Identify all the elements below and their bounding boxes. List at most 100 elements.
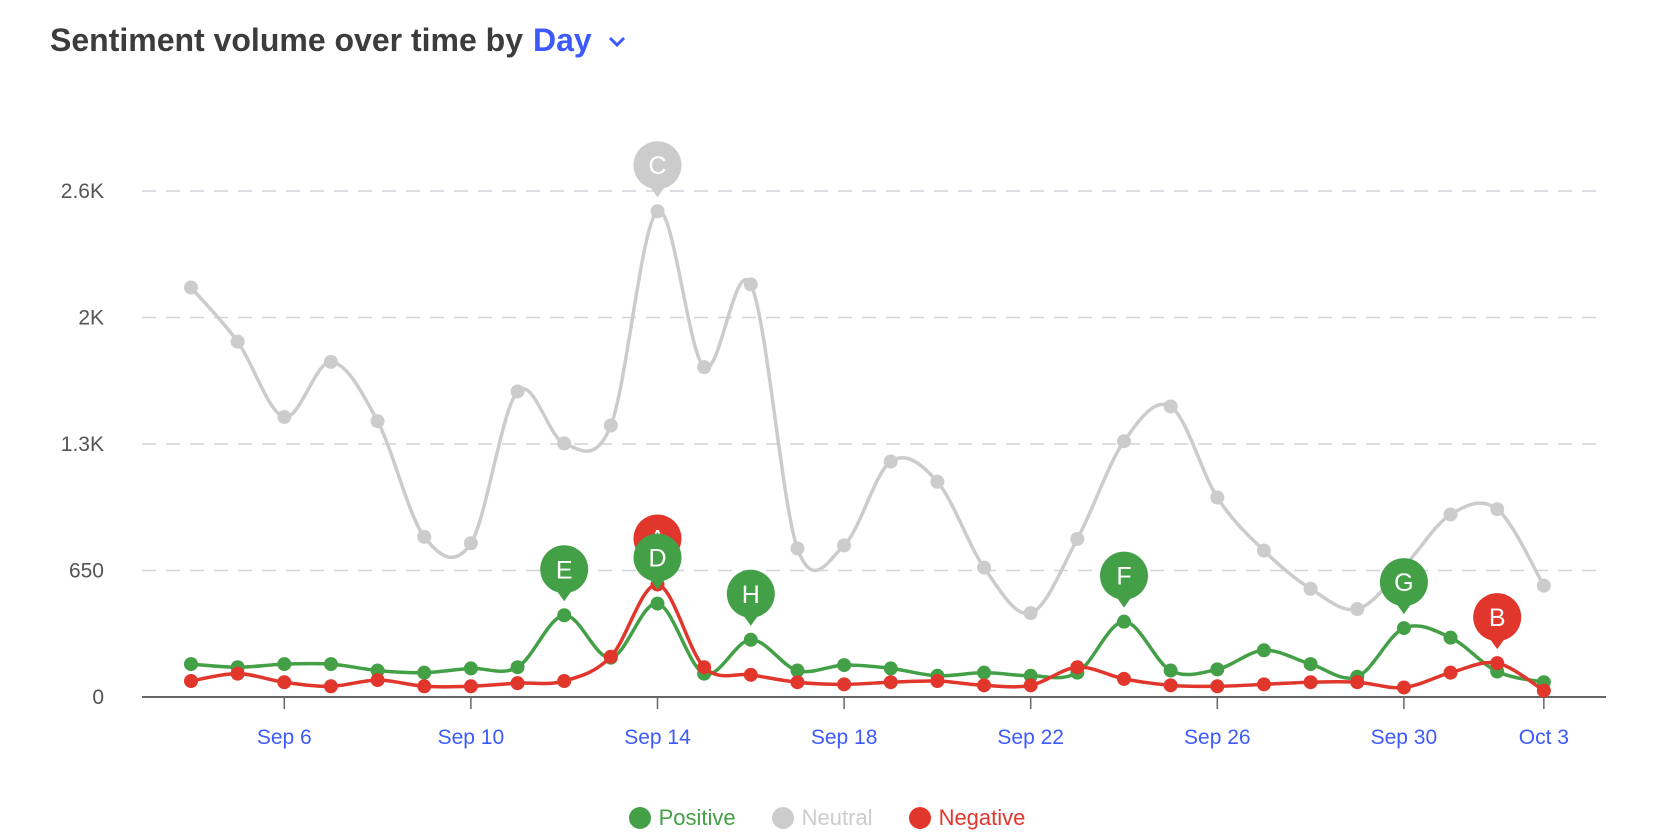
data-point	[790, 541, 805, 556]
data-point	[743, 277, 758, 292]
data-point	[1163, 663, 1178, 678]
data-point	[977, 560, 992, 575]
data-point	[1070, 660, 1085, 675]
data-point	[323, 679, 338, 694]
data-point	[603, 418, 618, 433]
y-tick-label: 1.3K	[61, 433, 104, 456]
data-point	[1117, 614, 1131, 629]
x-tick-label: Sep 18	[811, 726, 878, 749]
data-point	[883, 675, 898, 690]
series-neutral	[184, 204, 1551, 621]
x-tick-label: Sep 22	[997, 726, 1064, 749]
data-point	[1163, 399, 1178, 414]
data-point	[930, 674, 945, 689]
y-tick-label: 2K	[78, 307, 104, 330]
data-point	[1396, 680, 1411, 695]
data-point	[277, 675, 292, 690]
data-point	[883, 454, 898, 469]
legend-swatch	[628, 807, 651, 829]
legend-item-negative[interactable]: Negative	[908, 805, 1026, 831]
data-point	[883, 661, 898, 676]
data-point	[743, 632, 758, 647]
x-tick-label: Sep 6	[257, 726, 312, 749]
data-point	[277, 657, 292, 672]
data-point	[463, 679, 478, 694]
data-point	[1443, 665, 1458, 680]
data-point	[977, 665, 992, 680]
marker-label: H	[742, 581, 760, 609]
data-point	[1023, 678, 1038, 693]
legend-swatch	[908, 807, 931, 829]
marker-label: C	[648, 152, 666, 180]
data-point	[323, 657, 338, 672]
annotation-marker-g: G	[1379, 558, 1428, 615]
data-point	[463, 536, 478, 551]
data-point	[790, 675, 805, 690]
legend-swatch	[771, 807, 794, 829]
annotation-marker-b: B	[1473, 593, 1522, 650]
annotation-marker-d: D	[633, 533, 682, 590]
data-point	[697, 360, 712, 375]
data-point	[603, 649, 618, 664]
legend-item-positive[interactable]: Positive	[628, 805, 736, 831]
data-point	[557, 436, 572, 451]
data-point	[510, 384, 525, 399]
data-point	[1070, 531, 1085, 546]
data-point	[1163, 678, 1178, 693]
data-point	[277, 409, 292, 424]
annotation-marker-h: H	[726, 569, 775, 626]
data-point	[370, 414, 385, 429]
data-point	[510, 660, 525, 675]
legend-label: Negative	[938, 805, 1026, 830]
data-point	[1303, 581, 1318, 596]
series-line	[190, 601, 1545, 684]
data-point	[1023, 606, 1038, 621]
data-point	[323, 354, 338, 369]
x-tick-label: Sep 30	[1371, 726, 1438, 749]
data-point	[1117, 434, 1131, 449]
data-point	[510, 676, 525, 691]
line-chart: 0 650 1.3K 2K 2.6K Sep 6 Sep 10 Sep 14 Sep 18 Sep…	[61, 141, 1606, 749]
x-tick-label: Oct 3	[1519, 726, 1569, 749]
annotation-marker-e: E	[540, 545, 589, 602]
data-point	[1256, 543, 1271, 558]
x-tick-label: Sep 10	[438, 726, 505, 749]
data-point	[650, 596, 665, 611]
marker-label: F	[1116, 563, 1131, 591]
legend: Positive Neutral Negative	[0, 805, 1654, 831]
marker-label: B	[1489, 604, 1506, 632]
data-point	[743, 667, 758, 682]
data-point	[184, 674, 198, 689]
data-point	[1117, 671, 1131, 686]
marker-label: G	[1394, 569, 1413, 597]
data-point	[837, 538, 852, 553]
data-point	[417, 679, 432, 694]
annotation-marker-f: F	[1100, 551, 1148, 608]
y-tick-label: 0	[92, 686, 104, 709]
y-tick-label: 2.6K	[61, 180, 104, 203]
data-point	[930, 474, 945, 489]
data-point	[1490, 656, 1505, 671]
x-tick-label: Sep 26	[1184, 726, 1251, 749]
legend-label: Neutral	[801, 805, 873, 830]
data-point	[557, 674, 572, 689]
data-point	[1256, 643, 1271, 658]
y-tick-label: 650	[69, 560, 104, 583]
data-point	[1210, 679, 1225, 694]
series-line	[189, 209, 1546, 616]
data-point	[1303, 675, 1318, 690]
legend-item-neutral[interactable]: Neutral	[771, 805, 873, 831]
data-point	[1210, 490, 1225, 505]
data-point	[1490, 502, 1505, 517]
data-point	[650, 204, 665, 219]
data-point	[1350, 675, 1365, 690]
data-point	[697, 660, 712, 675]
data-point	[184, 657, 198, 672]
data-point	[1536, 578, 1551, 593]
data-point	[1350, 602, 1365, 617]
marker-label: D	[648, 545, 666, 573]
data-point	[1303, 657, 1318, 672]
data-point	[977, 678, 992, 693]
data-point	[417, 529, 432, 544]
data-point	[837, 658, 852, 673]
